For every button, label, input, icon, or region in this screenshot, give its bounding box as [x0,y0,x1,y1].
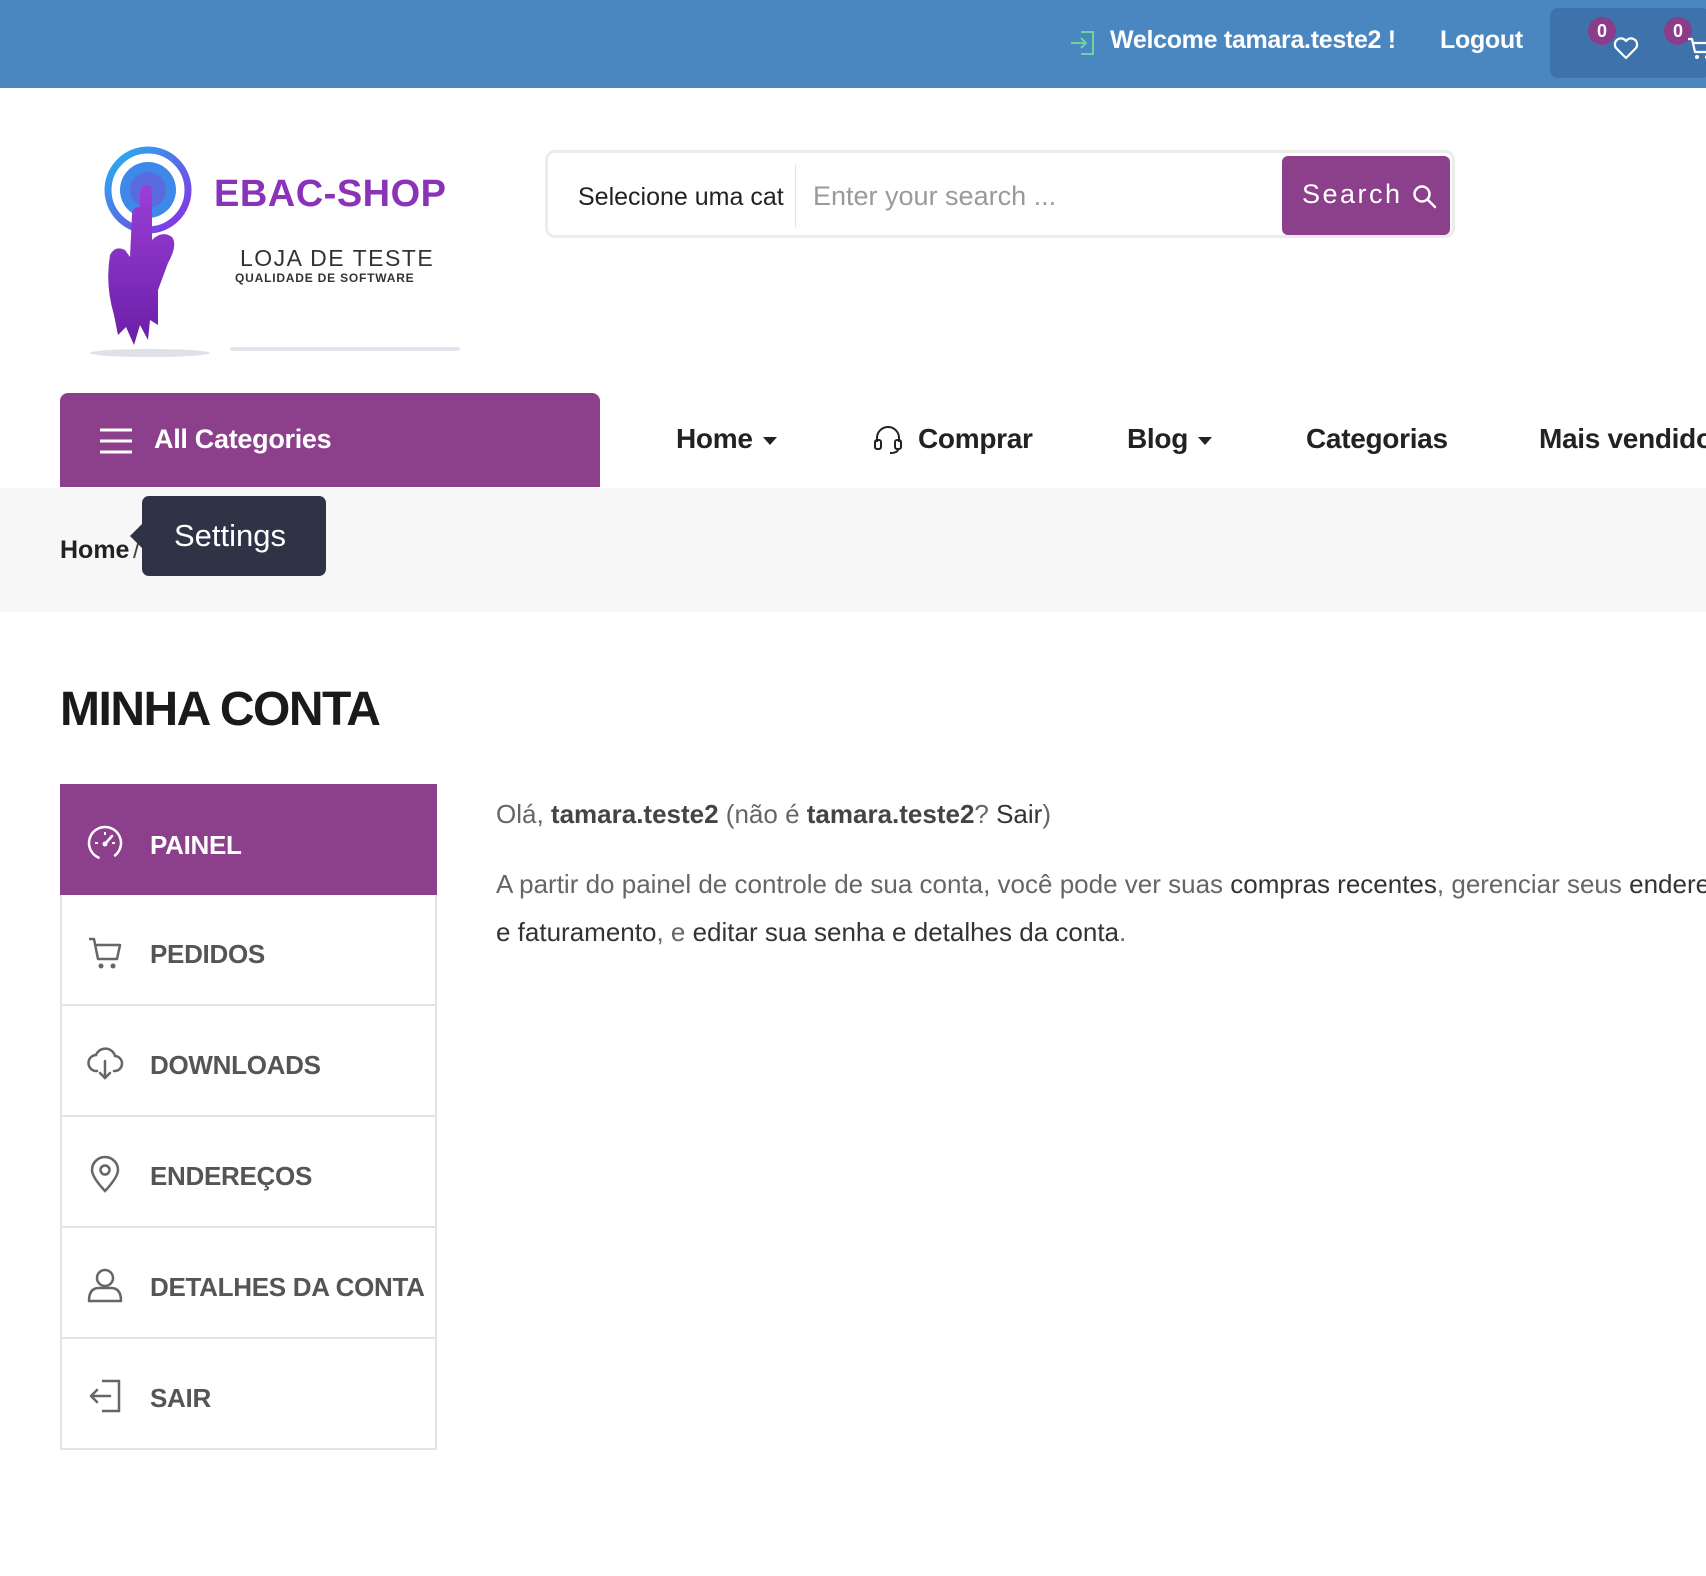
login-icon [1071,31,1094,55]
user-icon [87,1268,123,1303]
headset-icon [874,426,902,454]
chevron-down-icon [762,436,777,445]
account-menu-downloads[interactable]: DOWNLOADS [60,1006,437,1117]
account-menu-label: DETALHES DA CONTA [150,1272,425,1302]
search-button[interactable]: Search [1282,156,1450,235]
account-menu-pedidos[interactable]: PEDIDOS [60,895,437,1006]
cart-icon [89,937,122,969]
account-menu-detalhes[interactable]: DETALHES DA CONTA [60,1228,437,1339]
heart-icon[interactable] [1612,34,1640,62]
chevron-down-icon [1198,436,1213,445]
recent-orders-link[interactable]: compras recentes [1230,869,1437,899]
logo-shadow [230,347,460,351]
logo-tagline: QUALIDADE DE SOFTWARE [235,271,415,285]
nav-categorias[interactable]: Categorias [1306,423,1448,455]
map-pin-icon [90,1155,120,1193]
logo-title: EBAC-SHOP [214,173,447,215]
greeting-prefix: Olá, [496,799,551,829]
dashboard-description: A partir do painel de controle de sua co… [496,860,1706,956]
logout-link[interactable]: Logout [1440,26,1523,55]
account-menu-label: PAINEL [150,830,242,860]
settings-tooltip: Settings [130,496,326,576]
category-select[interactable]: Selecione uma cat [578,183,784,212]
page-title: MINHA CONTA [60,683,381,736]
account-navigation: PAINEL PEDIDOS DOWNLOADS ENDEREÇOS DETAL… [60,784,437,1450]
account-dashboard-content: Olá, tamara.teste2 (não é tamara.teste2?… [496,790,1706,956]
search-button-label: Search [1302,179,1403,209]
search-icon [1413,185,1437,209]
breadcrumb-home[interactable]: Home [60,536,129,565]
username-repeat: tamara.teste2 [806,799,975,829]
account-menu-enderecos[interactable]: ENDEREÇOS [60,1117,437,1228]
account-details-link[interactable]: editar sua senha e detalhes da conta [693,917,1119,947]
nav-home[interactable]: Home [676,423,777,455]
description-text: , e [656,917,693,947]
greeting-close: ) [1042,799,1052,829]
divider [795,165,796,227]
account-menu-sair[interactable]: SAIR [60,1339,437,1450]
tooltip-label: Settings [174,518,287,553]
greeting-not: (não é [718,799,807,829]
dashboard-icon [87,825,123,861]
account-menu-label: SAIR [150,1383,211,1413]
nav-blog-label: Blog [1127,423,1189,454]
username: tamara.teste2 [550,799,719,829]
cloud-download-icon [87,1047,124,1080]
description-text: , gerenciar seus [1436,869,1630,899]
greeting-paragraph: Olá, tamara.teste2 (não é tamara.teste2?… [496,790,1706,838]
top-bar: Welcome tamara.teste2 ! Logout 0 0 [0,0,1706,88]
menu-icon [100,428,132,454]
greeting-question: ? [974,799,997,829]
search-input[interactable] [813,173,1263,219]
nav-blog[interactable]: Blog [1127,423,1213,455]
all-categories-label: All Categories [154,424,332,454]
account-menu-label: DOWNLOADS [150,1050,321,1080]
welcome-text: Welcome tamara.teste2 ! [1110,26,1396,54]
logout-icon [89,1379,121,1413]
header-actions: 0 0 [1550,8,1706,78]
search-bar: Selecione uma cat Search [545,150,1455,238]
nav-home-label: Home [676,423,753,454]
addresses-link-cont[interactable]: e faturamento [496,917,656,947]
nav-comprar[interactable]: Comprar [918,423,1033,455]
addresses-link[interactable]: endereços de entrega [1629,869,1706,899]
cart-icon[interactable] [1686,34,1706,62]
account-menu-label: PEDIDOS [150,939,265,969]
site-logo[interactable]: EBAC-SHOP LOJA DE TESTE QUALIDADE DE SOF… [80,145,460,360]
logo-hand-icon [90,146,210,357]
sair-link[interactable]: Sair [996,799,1042,829]
account-menu-label: ENDEREÇOS [150,1161,312,1191]
description-text: A partir do painel de controle de sua co… [496,869,1231,899]
account-menu-painel[interactable]: PAINEL [60,784,437,895]
logo-subtitle: LOJA DE TESTE [240,245,435,271]
all-categories-button[interactable]: All Categories [60,393,600,487]
description-text: . [1119,917,1127,947]
nav-mais-vendidos[interactable]: Mais vendido [1539,423,1706,455]
